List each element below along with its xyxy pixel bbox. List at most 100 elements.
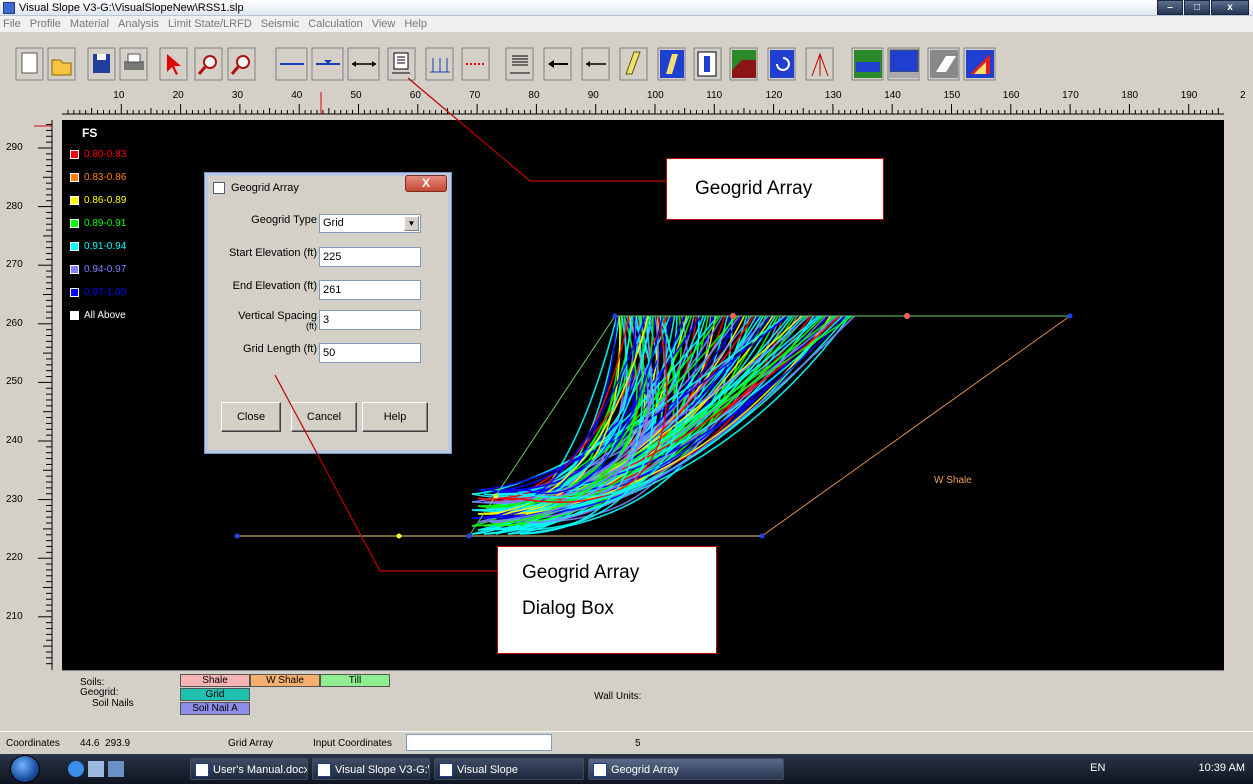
vertical-spacing-input[interactable]: 3	[319, 310, 421, 330]
menu-material[interactable]: Material	[70, 18, 109, 30]
end-elevation-input[interactable]: 261	[319, 280, 421, 300]
legend-swatch	[70, 265, 79, 274]
legend-label: 0.94-0.97	[84, 264, 127, 275]
legend-item: 0.80-0.83	[70, 148, 126, 161]
callout-text: Geogrid Array	[695, 178, 813, 199]
legend-item: 0.83-0.86	[70, 171, 126, 184]
soil-chip-shale[interactable]: Shale	[180, 674, 250, 687]
geogrid-chip[interactable]: Grid	[180, 688, 250, 701]
start-button[interactable]	[10, 755, 40, 783]
menu-limit-state[interactable]: Limit State/LRFD	[168, 18, 252, 30]
menu-file[interactable]: File	[3, 18, 21, 30]
ruler-tick-label: 10	[113, 90, 125, 101]
dialog-close-button[interactable]: X	[405, 175, 447, 192]
ruler-tick-label: 120	[765, 90, 783, 101]
taskbar-item-visual-slope[interactable]: Visual Slope V3-G:\V...	[312, 758, 430, 780]
ruler-tick-label: 260	[6, 317, 23, 329]
legend-swatch	[70, 288, 79, 297]
ruler-tick-label: 130	[824, 90, 842, 101]
geogrid-array-tool-button[interactable]	[388, 48, 415, 80]
input-coordinates-field[interactable]	[406, 734, 552, 751]
toolbar	[0, 32, 1253, 92]
taskbar-item-users-manual[interactable]: User's Manual.docx ...	[190, 758, 308, 780]
language-indicator[interactable]: EN	[1090, 762, 1105, 774]
ruler-tick-label: 220	[6, 552, 23, 564]
help-icon	[439, 763, 453, 777]
ruler-tick-label: 190	[1180, 90, 1198, 101]
ruler-tick-label: 250	[6, 376, 23, 388]
callout-text-line2: Dialog Box	[522, 598, 614, 619]
ruler-tick-label: 160	[1002, 90, 1020, 101]
legend-item: All Above	[70, 309, 126, 322]
taskbar-item-label: Visual Slope	[457, 764, 518, 776]
ruler-tick-label: 70	[469, 90, 481, 101]
ruler-tick-label: 80	[528, 90, 540, 101]
chevron-down-icon[interactable]: ▼	[404, 216, 419, 231]
taskbar-item-label: Visual Slope V3-G:\V...	[335, 764, 429, 776]
geogrid-array-dialog: Geogrid Array X Geogrid Type Grid ▼ Star…	[204, 172, 452, 454]
ruler-tick-label: 180	[1121, 90, 1139, 101]
legend-label: 0.83-0.86	[84, 172, 127, 183]
ruler-tick-label: 280	[6, 200, 23, 212]
soil-chip-w-shale[interactable]: W Shale	[250, 674, 320, 687]
system-tray: EN 10:39 AM	[1090, 762, 1245, 774]
geogrid-type-value: Grid	[323, 217, 344, 229]
vertical-ruler: 290 280 270 260 250 240 230 220 210	[0, 120, 62, 670]
legend-item: 0.89-0.91	[70, 217, 126, 230]
menu-seismic[interactable]: Seismic	[261, 18, 300, 30]
switch-windows-icon[interactable]	[108, 761, 124, 777]
ie-icon[interactable]	[68, 761, 84, 777]
coordinates-value: 44.6 293.9	[80, 738, 131, 749]
ruler-tick-label: 210	[6, 610, 23, 622]
grid-length-input[interactable]: 50	[319, 343, 421, 363]
menu-calculation[interactable]: Calculation	[308, 18, 362, 30]
ruler-tick-label: 90	[587, 90, 599, 101]
horizontal-ruler: 10 20 30 40 50 60 70 80 90 100 110 120 130 140 150 160 1…	[62, 88, 1246, 120]
ruler-tick-label: 270	[6, 259, 23, 271]
menu-view[interactable]: View	[372, 18, 396, 30]
minimize-button[interactable]: –	[1157, 0, 1183, 15]
menu-help[interactable]: Help	[404, 18, 427, 30]
ruler-tick-label: 20	[172, 90, 184, 101]
legend-swatch	[70, 173, 79, 182]
legend-label: 0.97-1.00	[84, 287, 127, 298]
menu-profile[interactable]: Profile	[30, 18, 61, 30]
ruler-tick-label: 40	[291, 90, 303, 101]
dialog-title: Geogrid Array	[231, 182, 299, 194]
ruler-tick-label: 50	[350, 90, 362, 101]
show-desktop-icon[interactable]	[88, 761, 104, 777]
help-button[interactable]: Help	[362, 402, 428, 432]
legend-label: All Above	[84, 310, 126, 321]
clock[interactable]: 10:39 AM	[1199, 762, 1245, 774]
legend-item: 0.94-0.97	[70, 263, 126, 276]
title-bar: Visual Slope V3-G:\VisualSlopeNew\RSS1.s…	[0, 0, 1253, 16]
soils-bar: Soils: Geogrid: Soil Nails Shale W Shale…	[62, 670, 1224, 720]
legend-label: 0.89-0.91	[84, 218, 127, 229]
legend-item: 0.91-0.94	[70, 240, 126, 253]
taskbar-item-geogrid-array[interactable]: Geogrid Array	[588, 758, 784, 780]
ruler-tick-label: 30	[231, 90, 244, 101]
soil-nail-chip[interactable]: Soil Nail A	[180, 702, 250, 715]
dialog-callout: Geogrid Array Dialog Box	[497, 546, 717, 654]
input-coordinates-label: Input Coordinates	[313, 738, 392, 749]
point-count: 5	[635, 738, 641, 749]
geogrid-type-select[interactable]: Grid ▼	[319, 214, 421, 233]
menu-analysis[interactable]: Analysis	[118, 18, 159, 30]
start-elevation-input[interactable]: 225	[319, 247, 421, 267]
taskbar-item-visual-slope-help[interactable]: Visual Slope	[434, 758, 584, 780]
legend-swatch	[70, 311, 79, 320]
ruler-tick-label: 150	[943, 90, 961, 101]
geogrid-label: Geogrid:	[80, 687, 119, 698]
menu-bar: File Profile Material Analysis Limit Sta…	[0, 16, 1253, 32]
cancel-button[interactable]: Cancel	[291, 402, 357, 432]
ruler-tick-label: 240	[6, 435, 23, 446]
close-button[interactable]: x	[1211, 0, 1249, 15]
maximize-button[interactable]: □	[1184, 0, 1210, 15]
legend-swatch	[70, 242, 79, 251]
status-bar: Coordinates 44.6 293.9 Grid Array Input …	[0, 731, 1253, 753]
end-elevation-label: End Elevation (ft)	[232, 280, 317, 292]
soil-chip-till[interactable]: Till	[320, 674, 390, 687]
wall-units-label: Wall Units:	[594, 691, 642, 702]
legend-swatch	[70, 196, 79, 205]
close-dialog-button[interactable]: Close	[221, 402, 281, 432]
